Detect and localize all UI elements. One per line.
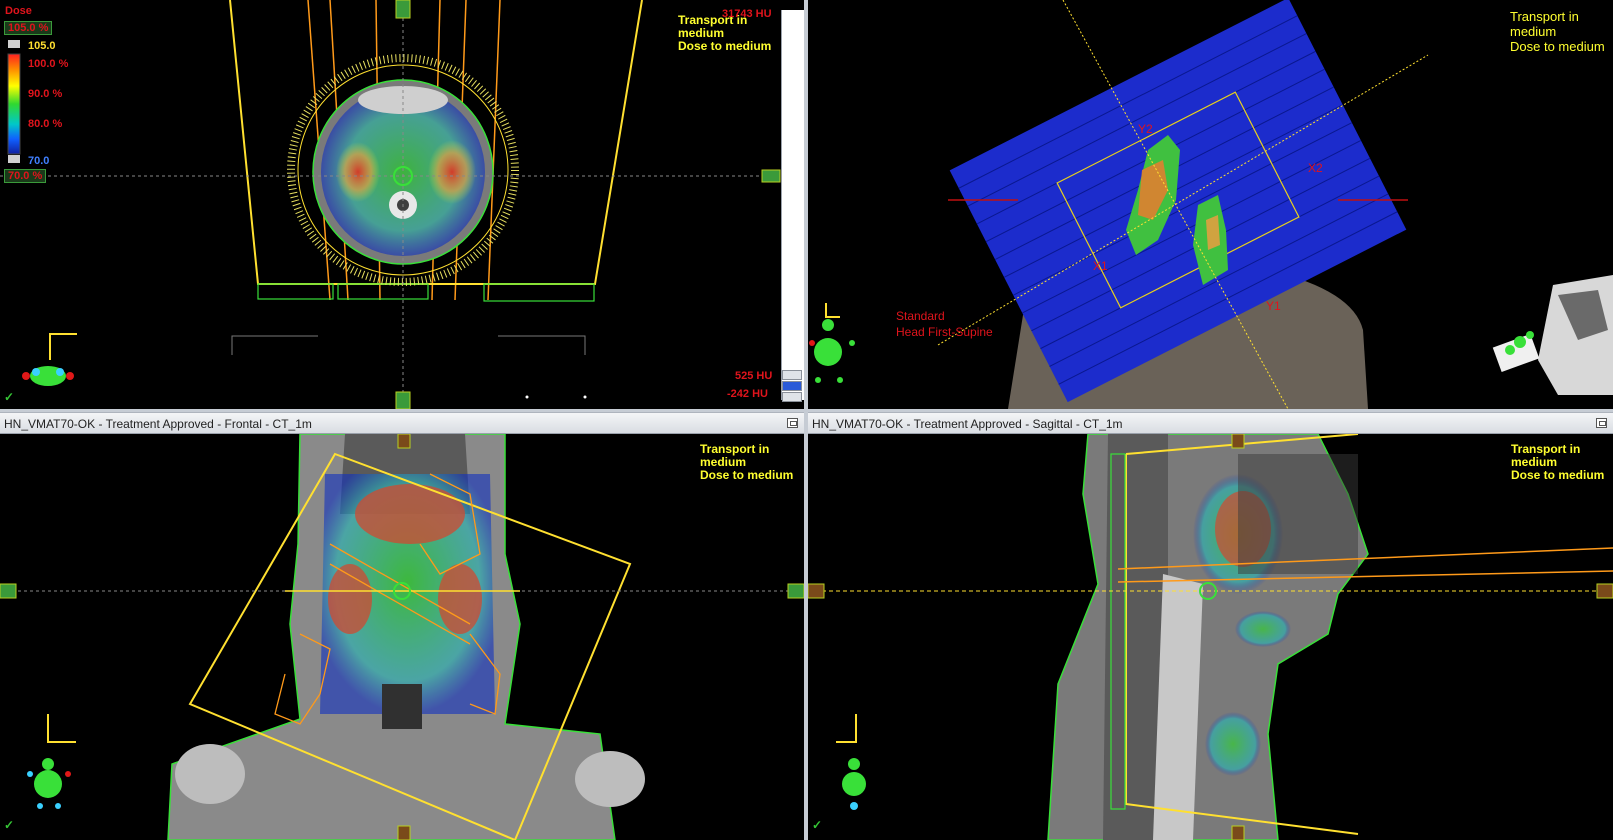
bev-label-x1: X1 <box>1093 259 1108 273</box>
hu-slider-down-button[interactable] <box>782 370 802 380</box>
legend-min-value: 70.0 <box>28 155 50 167</box>
legend-tick-90: 90.0 % <box>28 88 63 100</box>
calc-info-sagittal: Transport in medium Dose to medium <box>1511 443 1604 482</box>
legend-title: Dose <box>5 5 32 17</box>
legend-min-box[interactable]: 70.0 % <box>4 169 47 183</box>
legend-max-box[interactable]: 105.0 % <box>4 21 53 35</box>
hu-bottom-label: -242 HU <box>727 388 768 400</box>
calc-info-line3: Dose to medium <box>1510 39 1605 54</box>
calc-info-line3: Dose to medium <box>700 468 794 482</box>
transverse-viewport[interactable]: Dose 105.0 % 105.0 100.0 % 90.0 % 80.0 %… <box>0 0 804 409</box>
sagittal-title: HN_VMAT70-OK - Treatment Approved - Sagi… <box>812 417 1123 431</box>
sagittal-maximize-icon[interactable] <box>1596 418 1607 428</box>
hu-top-label: 31743 HU <box>722 8 772 20</box>
frontal-maximize-icon[interactable] <box>787 418 798 428</box>
bev-label-y2: Y2 <box>1138 122 1153 136</box>
bev-label-x2: X2 <box>1308 161 1323 175</box>
sagittal-image <box>808 434 1613 840</box>
hu-slider-up-button[interactable] <box>782 392 802 402</box>
calc-info-bev: Transport in medium Dose to medium <box>1510 9 1605 54</box>
orientation-line1: Standard <box>896 309 945 323</box>
orientation-text: Standard Head First-Supine <box>896 308 993 340</box>
hu-window-slider[interactable] <box>781 10 804 400</box>
frontal-title: HN_VMAT70-OK - Treatment Approved - Fron… <box>4 417 312 431</box>
calc-info-line3: Dose to medium <box>678 39 772 53</box>
legend-tick-80: 80.0 % <box>28 118 63 130</box>
bev-3d-viewport[interactable]: Transport in medium Dose to medium Stand… <box>808 0 1613 409</box>
legend-tick-100: 100.0 % <box>28 58 69 70</box>
check-icon: ✓ <box>4 390 15 404</box>
bev-image <box>809 0 1613 409</box>
transverse-image <box>0 0 781 409</box>
sagittal-title-bar[interactable]: HN_VMAT70-OK - Treatment Approved - Sagi… <box>808 412 1613 434</box>
hu-mid-label: 525 HU <box>735 370 773 382</box>
check-icon: ✓ <box>4 818 15 832</box>
frontal-image <box>0 434 804 840</box>
check-icon: ✓ <box>812 818 823 832</box>
calc-info-line3: Dose to medium <box>1511 468 1605 482</box>
legend-max-value: 105.0 <box>28 40 56 52</box>
bev-label-y1: Y1 <box>1266 299 1281 313</box>
calc-info-frontal: Transport in medium Dose to medium <box>700 443 793 482</box>
hu-slider-toggle-button[interactable] <box>782 381 802 391</box>
frontal-viewport[interactable]: Transport in medium Dose to medium ✓ <box>0 434 804 840</box>
calc-info-line1: Transport in <box>1510 9 1579 24</box>
sagittal-viewport[interactable]: Transport in medium Dose to medium ✓ <box>808 434 1613 840</box>
calc-info-line2: medium <box>1510 24 1557 39</box>
frontal-title-bar[interactable]: HN_VMAT70-OK - Treatment Approved - Fron… <box>0 412 804 434</box>
orientation-line2: Head First-Supine <box>896 325 993 339</box>
